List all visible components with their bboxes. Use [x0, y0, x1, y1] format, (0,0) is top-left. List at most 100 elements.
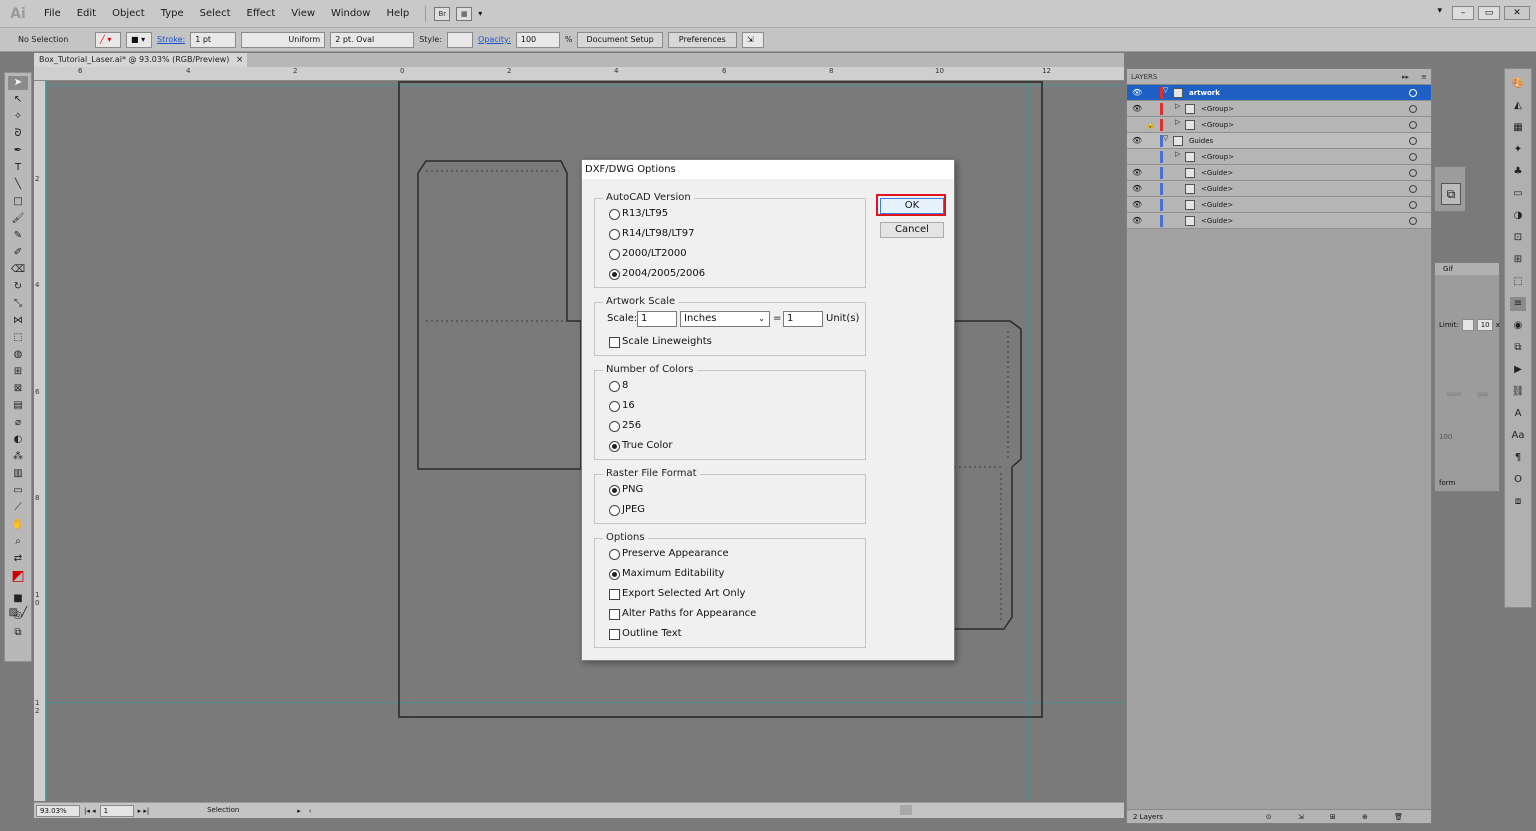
target-circle-icon[interactable] [1409, 121, 1417, 129]
vertical-ruler[interactable]: 2 4 6 8 1 0 1 2 [34, 81, 46, 801]
free-transform-tool-icon[interactable]: ⬚ [8, 331, 28, 345]
character-panel-icon[interactable]: A [1510, 407, 1526, 421]
disclosure-triangle-icon[interactable]: ▷ [1175, 102, 1180, 110]
visibility-eye-icon[interactable]: 👁 [1132, 184, 1142, 194]
shape-builder-tool-icon[interactable]: ◍ [8, 348, 28, 362]
close-button[interactable]: ✕ [1504, 6, 1530, 20]
close-tab-icon[interactable]: × [236, 53, 244, 67]
visibility-eye-icon[interactable]: 👁 [1132, 88, 1142, 98]
scroll-left-icon[interactable]: ‹ [309, 807, 312, 815]
autocad-2004-option[interactable]: 2004/2005/2006 [609, 267, 705, 281]
colors-256-option[interactable]: 256 [609, 419, 641, 433]
layer-row[interactable]: 👁 <Guide> [1127, 165, 1431, 181]
transform-panel-icon[interactable]: ⬚ [1510, 275, 1526, 289]
radio-button[interactable] [609, 420, 620, 432]
collapsed-panel[interactable]: ⧉ [1434, 166, 1466, 212]
menu-file[interactable]: File [36, 8, 69, 19]
pencil-tool-icon[interactable]: ✎ [8, 229, 28, 243]
target-circle-icon[interactable] [1409, 201, 1417, 209]
artboards-panel-icon[interactable]: ⧈ [1510, 495, 1526, 509]
menu-type[interactable]: Type [153, 8, 192, 19]
chevron-down-icon[interactable]: ▾ [478, 9, 482, 18]
scale-tool-icon[interactable]: ⤡ [8, 297, 28, 311]
checkbox[interactable] [609, 608, 620, 620]
menu-view[interactable]: View [283, 8, 323, 19]
rectangle-tool-icon[interactable]: □ [8, 195, 28, 209]
transparency-icon[interactable]: ◑ [1510, 209, 1526, 223]
target-circle-icon[interactable] [1409, 89, 1417, 97]
radio-button[interactable] [609, 208, 620, 220]
layer-row[interactable]: ▷ <Group> [1127, 149, 1431, 165]
target-circle-icon[interactable] [1409, 105, 1417, 113]
opacity-label[interactable]: Opacity: [478, 35, 511, 44]
horizontal-scrollbar-thumb[interactable] [900, 805, 912, 815]
swap-colors-icon[interactable]: ⇄ [8, 552, 28, 566]
minimize-button[interactable]: – [1452, 6, 1474, 20]
menu-help[interactable]: Help [378, 8, 417, 19]
target-circle-icon[interactable] [1409, 169, 1417, 177]
radio-button[interactable] [609, 248, 620, 260]
artboard-number-field[interactable]: 1 [99, 804, 134, 817]
horizontal-ruler[interactable]: 6 4 2 0 2 4 6 8 10 12 [34, 67, 1124, 81]
status-menu-icon[interactable]: ▸ [297, 807, 301, 815]
lock-toggle-icon[interactable] [1146, 168, 1156, 178]
radio-button[interactable] [609, 484, 620, 496]
layer-row[interactable]: 👁 ▷ <Group> [1127, 101, 1431, 117]
appearance-icon[interactable]: ⊡ [1510, 231, 1526, 245]
line-tool-icon[interactable]: ╲ [8, 178, 28, 192]
arrange-documents-icon[interactable]: ▦ [456, 6, 473, 21]
layer-row[interactable]: 👁 <Guide> [1127, 213, 1431, 229]
lock-icon[interactable]: 🔒 [1146, 120, 1156, 130]
paragraph-panel-icon[interactable]: ¶ [1510, 451, 1526, 465]
color-mode-icon[interactable]: ■ ▨ ╱ [8, 592, 28, 618]
swatches-icon[interactable]: ▦ [1510, 121, 1526, 135]
disclosure-triangle-icon[interactable]: ▷ [1175, 118, 1180, 126]
menu-edit[interactable]: Edit [69, 8, 104, 19]
layers-footer-actions-icon[interactable]: ⊙ ⇲ ⊞ ⊕ 🗑 [1266, 810, 1415, 824]
visibility-eye-icon[interactable]: 👁 [1132, 200, 1142, 210]
artboard-tool-icon[interactable]: ▭ [8, 484, 28, 498]
layer-row[interactable]: 👁 ▽ Guides [1127, 133, 1431, 149]
blob-brush-tool-icon[interactable]: ✐ [8, 246, 28, 260]
cancel-button[interactable]: Cancel [880, 222, 944, 238]
scale-input[interactable]: 1 [637, 311, 677, 327]
pathfinder-icon[interactable]: ⧉ [1510, 341, 1526, 355]
navigator-icon[interactable]: ▶ [1510, 363, 1526, 377]
lock-toggle-icon[interactable] [1146, 136, 1156, 146]
raster-png-option[interactable]: PNG [609, 483, 643, 497]
paintbrush-tool-icon[interactable]: 🖌 [8, 212, 28, 226]
gradient-panel-icon[interactable]: ▭ [1510, 187, 1526, 201]
lock-toggle-icon[interactable] [1146, 152, 1156, 162]
eyedropper-tool-icon[interactable]: ⌀ [8, 416, 28, 430]
target-circle-icon[interactable] [1409, 185, 1417, 193]
stroke-panel-icon[interactable]: ≡ [1510, 297, 1526, 311]
visibility-eye-icon[interactable] [1132, 152, 1142, 162]
checkbox[interactable] [609, 336, 620, 348]
last-artboard-icon[interactable]: ▸ ▸| [138, 807, 150, 815]
perspective-grid-tool-icon[interactable]: ⊞ [8, 365, 28, 379]
lock-toggle-icon[interactable] [1146, 88, 1156, 98]
pen-tool-icon[interactable]: ✒ [8, 144, 28, 158]
autocad-r14-option[interactable]: R14/LT98/LT97 [609, 227, 694, 241]
target-circle-icon[interactable] [1409, 153, 1417, 161]
target-circle-icon[interactable] [1409, 217, 1417, 225]
lock-toggle-icon[interactable] [1146, 104, 1156, 114]
ok-button[interactable]: OK [880, 198, 944, 214]
colors-8-option[interactable]: 8 [609, 379, 628, 393]
stroke-panel-tab[interactable]: Gif [1435, 263, 1499, 275]
visibility-eye-icon[interactable]: 👁 [1132, 216, 1142, 226]
expand-triangle-icon[interactable]: ▽ [1163, 86, 1168, 94]
bridge-button[interactable]: Br [434, 6, 451, 21]
rotate-tool-icon[interactable]: ↻ [8, 280, 28, 294]
gradient-tool-icon[interactable]: ▤ [8, 399, 28, 413]
colors-16-option[interactable]: 16 [609, 399, 635, 413]
eraser-tool-icon[interactable]: ⌫ [8, 263, 28, 277]
colors-true-color-option[interactable]: True Color [609, 439, 673, 453]
radio-button[interactable] [609, 380, 620, 392]
checkbox[interactable] [609, 588, 620, 600]
graphic-styles-icon[interactable]: ◉ [1510, 319, 1526, 333]
character-styles-icon[interactable]: Aa [1510, 429, 1526, 443]
panel-menu-icon[interactable]: ≡ [1421, 69, 1427, 85]
hand-tool-icon[interactable]: ✋ [8, 518, 28, 532]
radio-button[interactable] [609, 400, 620, 412]
